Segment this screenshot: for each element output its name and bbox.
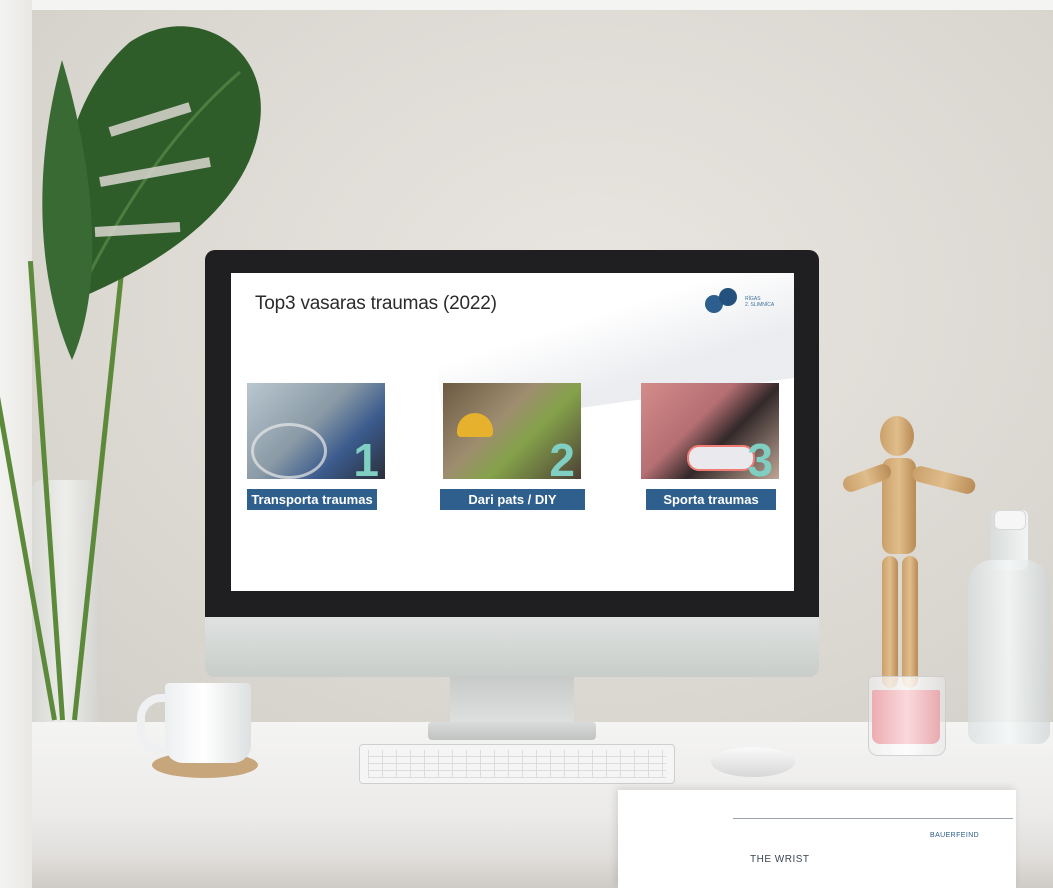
hospital-logo: RĪGAS 2. SLIMNĪCA (703, 287, 793, 317)
rank-number: 2 (549, 434, 575, 479)
coffee-cup (165, 683, 251, 763)
figurine-leg (882, 556, 898, 688)
brochure-title: THE WRIST (750, 854, 810, 865)
bottle-cap (994, 510, 1026, 530)
logo-text: RĪGAS 2. SLIMNĪCA (745, 296, 774, 308)
brochure-brand: BAUERFEIND (930, 832, 980, 839)
slide-screen: Top3 vasaras traumas (2022) RĪGAS 2. SLI… (231, 273, 794, 591)
frame-top (0, 0, 1053, 10)
mouse (711, 747, 795, 777)
candle-glass (868, 676, 946, 756)
brochure-rule (733, 818, 1013, 819)
hard-hat-graphic (457, 413, 493, 437)
photo-scene: Top3 vasaras traumas (2022) RĪGAS 2. SLI… (0, 0, 1053, 888)
brochure: BAUERFEIND THE WRIST (618, 790, 1016, 888)
category-label-diy: Dari pats / DIY (440, 489, 585, 510)
keyboard (359, 744, 675, 784)
bicycle-wheel-graphic (251, 423, 327, 479)
photo-card-transport: 1 (247, 383, 385, 479)
figurine-leg (902, 556, 918, 688)
logo-dot (719, 288, 737, 306)
monitor-stand-base (428, 722, 596, 740)
monitor-chin (205, 617, 819, 677)
photo-card-diy: 2 (443, 383, 581, 479)
slide-title: Top3 vasaras traumas (2022) (255, 293, 497, 314)
plant-leaf (42, 60, 93, 360)
sneaker-graphic (687, 445, 755, 471)
figurine-head (880, 416, 914, 456)
photo-card-sport: 3 (641, 383, 779, 479)
logo-text-line2: 2. SLIMNĪCA (745, 302, 775, 308)
rank-number: 1 (353, 434, 379, 479)
keyboard-keys (368, 750, 666, 778)
category-label-transport: Transporta traumas (247, 489, 377, 510)
rank-number: 3 (747, 434, 773, 479)
category-label-sport: Sporta traumas (646, 489, 776, 510)
glass-bottle (968, 560, 1050, 744)
